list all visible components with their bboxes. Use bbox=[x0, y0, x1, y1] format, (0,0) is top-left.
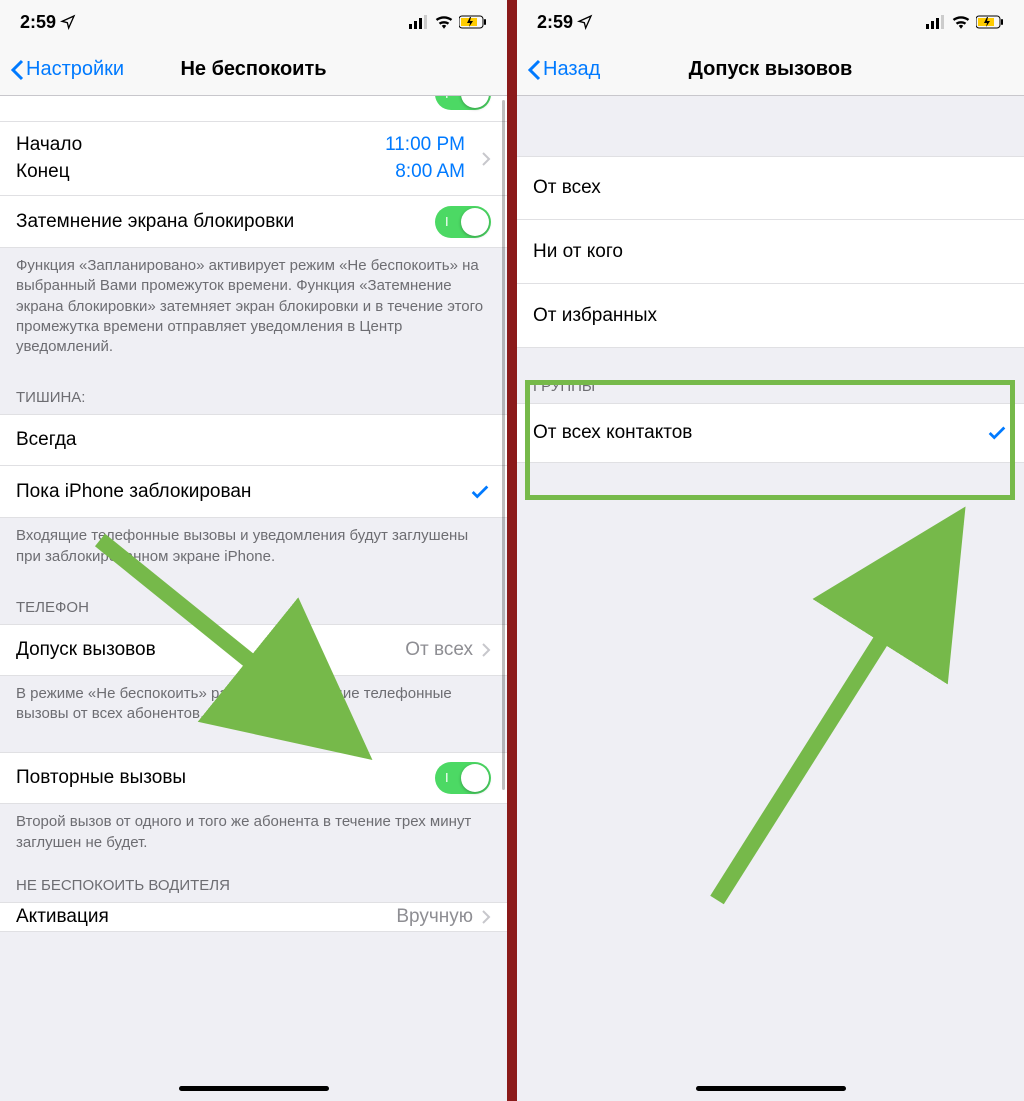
dim-lock-toggle[interactable] bbox=[435, 206, 491, 238]
favorites-label: От избранных bbox=[533, 305, 1008, 327]
check-icon bbox=[469, 481, 491, 503]
allow-calls-content: От всех Ни от кого От избранных ГРУППЫ О… bbox=[517, 96, 1024, 463]
always-label: Всегда bbox=[16, 429, 491, 451]
dim-lock-row[interactable]: Затемнение экрана блокировки bbox=[0, 196, 507, 248]
silence-header: ТИШИНА: bbox=[0, 369, 507, 414]
nav-title: Не беспокоить bbox=[180, 58, 326, 81]
settings-content: Запланировано Начало Конец 11:00 PM 8:00… bbox=[0, 96, 507, 932]
scheduled-footer: Функция «Запланировано» активирует режим… bbox=[0, 248, 507, 369]
everyone-row[interactable]: От всех bbox=[517, 156, 1024, 220]
location-icon bbox=[577, 14, 593, 30]
scheduled-row-cutoff[interactable]: Запланировано bbox=[0, 96, 507, 122]
favorites-row[interactable]: От избранных bbox=[517, 284, 1024, 348]
repeated-label: Повторные вызовы bbox=[16, 767, 435, 789]
activation-label: Активация bbox=[16, 906, 396, 928]
end-label: Конец bbox=[16, 159, 385, 186]
dim-lock-label: Затемнение экрана блокировки bbox=[16, 211, 435, 233]
status-time: 2:59 bbox=[537, 12, 573, 33]
repeated-row[interactable]: Повторные вызовы bbox=[0, 752, 507, 804]
allow-calls-value: От всех bbox=[405, 639, 473, 661]
signal-icon bbox=[926, 15, 946, 29]
always-row[interactable]: Всегда bbox=[0, 414, 507, 466]
everyone-label: От всех bbox=[533, 177, 1008, 199]
all-contacts-row[interactable]: От всех контактов bbox=[517, 403, 1024, 463]
allow-calls-row[interactable]: Допуск вызовов От всех bbox=[0, 624, 507, 676]
silence-footer: Входящие телефонные вызовы и уведомления… bbox=[0, 518, 507, 579]
check-icon bbox=[986, 422, 1008, 444]
nav-title: Допуск вызовов bbox=[689, 58, 853, 81]
battery-icon bbox=[459, 15, 487, 29]
chevron-right-icon bbox=[481, 909, 491, 925]
repeated-footer: Второй вызов от одного и того же абонент… bbox=[0, 804, 507, 865]
repeated-toggle[interactable] bbox=[435, 762, 491, 794]
chevron-left-icon bbox=[10, 59, 24, 81]
status-bar: 2:59 bbox=[0, 0, 507, 44]
home-indicator[interactable] bbox=[696, 1086, 846, 1091]
status-bar: 2:59 bbox=[517, 0, 1024, 44]
activation-row[interactable]: Активация Вручную bbox=[0, 902, 507, 932]
allow-calls-label: Допуск вызовов bbox=[16, 639, 405, 661]
start-label: Начало bbox=[16, 132, 385, 159]
nav-bar: Назад Допуск вызовов bbox=[517, 44, 1024, 96]
chevron-right-icon bbox=[481, 151, 491, 167]
back-button[interactable]: Назад bbox=[527, 58, 600, 81]
while-locked-label: Пока iPhone заблокирован bbox=[16, 481, 469, 503]
chevron-left-icon bbox=[527, 59, 541, 81]
screenshot-divider bbox=[507, 0, 517, 1101]
annotation-arrow bbox=[687, 490, 987, 920]
noone-label: Ни от кого bbox=[533, 241, 1008, 263]
signal-icon bbox=[409, 15, 429, 29]
scrollbar[interactable] bbox=[502, 100, 505, 790]
wifi-icon bbox=[435, 15, 453, 29]
noone-row[interactable]: Ни от кого bbox=[517, 220, 1024, 284]
status-time: 2:59 bbox=[20, 12, 56, 33]
phone-header: ТЕЛЕФОН bbox=[0, 579, 507, 624]
left-screen: 2:59 Настройки Не беспокоить Запланирова… bbox=[0, 0, 507, 1101]
allow-calls-footer: В режиме «Не беспокоить» разрешить входя… bbox=[0, 676, 507, 737]
home-indicator[interactable] bbox=[179, 1086, 329, 1091]
back-button[interactable]: Настройки bbox=[10, 58, 124, 81]
wifi-icon bbox=[952, 15, 970, 29]
end-value: 8:00 AM bbox=[385, 159, 465, 186]
right-screen: 2:59 Назад Допуск вызовов От всех Ни от … bbox=[517, 0, 1024, 1101]
all-contacts-label: От всех контактов bbox=[533, 422, 986, 444]
back-label: Настройки bbox=[26, 58, 124, 81]
location-icon bbox=[60, 14, 76, 30]
start-value: 11:00 PM bbox=[385, 132, 465, 159]
driver-header: НЕ БЕСПОКОИТЬ ВОДИТЕЛЯ bbox=[0, 865, 507, 902]
back-label: Назад bbox=[543, 58, 600, 81]
battery-icon bbox=[976, 15, 1004, 29]
activation-value: Вручную bbox=[396, 906, 473, 928]
groups-header: ГРУППЫ bbox=[517, 348, 1024, 403]
while-locked-row[interactable]: Пока iPhone заблокирован bbox=[0, 466, 507, 518]
chevron-right-icon bbox=[481, 642, 491, 658]
nav-bar: Настройки Не беспокоить bbox=[0, 44, 507, 96]
scheduled-toggle[interactable] bbox=[435, 96, 491, 110]
schedule-time-row[interactable]: Начало Конец 11:00 PM 8:00 AM bbox=[0, 122, 507, 196]
